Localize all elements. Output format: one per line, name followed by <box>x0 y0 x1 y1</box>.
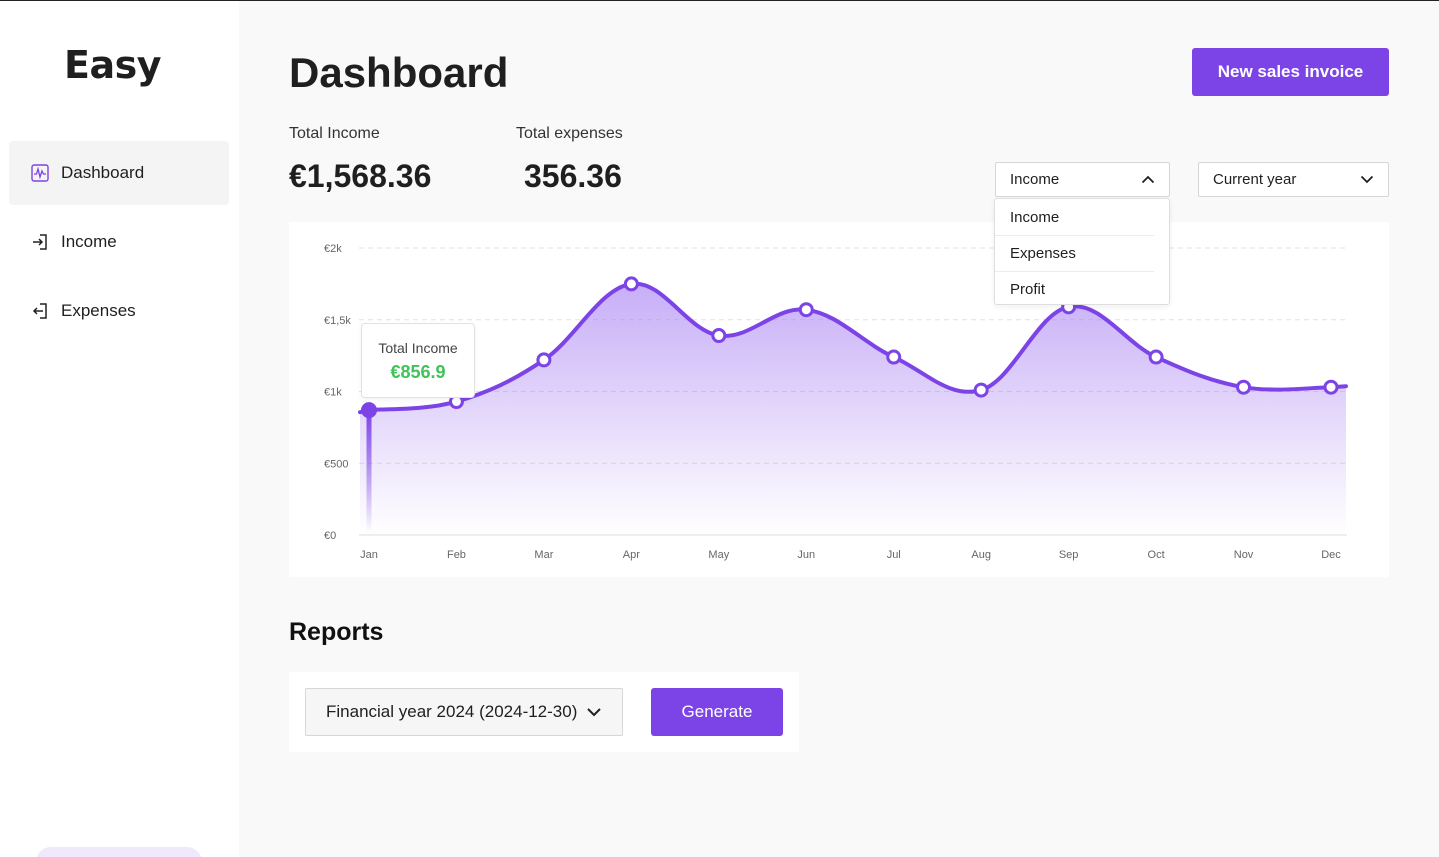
x-tick-label: Aug <box>971 549 991 561</box>
income-chart: €0 €500 €1k €1,5k €2k Jan Feb Mar Apr May Jun Jul Au… <box>289 222 1389 577</box>
x-tick-label: Mar <box>534 549 553 561</box>
income-area <box>360 283 1346 535</box>
metric-dropdown-menu: Income Expenses Profit <box>994 198 1170 305</box>
y-tick-label: €500 <box>324 458 348 470</box>
tooltip-label: Total Income <box>378 340 458 356</box>
sidebar-item-label: Income <box>61 232 117 251</box>
hover-cursor <box>366 410 372 533</box>
x-tick-label: Oct <box>1148 549 1165 561</box>
metric-option-income[interactable]: Income <box>995 199 1154 235</box>
total-expenses-label: Total expenses <box>516 125 623 142</box>
page-title: Dashboard <box>289 49 509 96</box>
metric-option-expenses[interactable]: Expenses <box>995 235 1154 271</box>
sidebar-item-expenses[interactable]: Expenses <box>9 279 229 343</box>
sidebar-item-dashboard[interactable]: Dashboard <box>9 141 229 205</box>
sign-in-icon <box>31 233 49 251</box>
metric-option-profit[interactable]: Profit <box>995 271 1154 307</box>
period-select[interactable]: Current year <box>1198 162 1389 197</box>
period-select-value: Current year <box>1213 171 1297 188</box>
data-point <box>1323 379 1339 395</box>
total-income-label: Total Income <box>289 125 380 142</box>
chevron-down-icon <box>586 702 602 722</box>
x-tick-label: Jul <box>887 549 901 561</box>
total-income-value: €1,568.36 <box>289 158 432 194</box>
income-chart-svg: €0 €500 €1k €1,5k €2k Jan Feb Mar Apr May Jun Jul Au… <box>324 243 1348 561</box>
sign-out-icon <box>31 302 49 320</box>
app-logo: Easy <box>64 43 162 87</box>
metric-select-value: Income <box>1010 171 1060 188</box>
sidebar-item-label: Dashboard <box>61 163 145 182</box>
reports-card: Financial year 2024 (2024-12-30) Generat… <box>289 672 799 752</box>
x-tick-label: May <box>708 549 729 561</box>
data-point <box>1236 379 1252 395</box>
sidebar: Easy Dashboard Income Expenses <box>0 1 239 857</box>
data-point <box>536 352 552 368</box>
sidebar-footer-button[interactable] <box>36 847 202 857</box>
x-tick-label: Dec <box>1321 549 1341 561</box>
data-point <box>1148 349 1164 365</box>
x-tick-label: Jan <box>360 549 378 561</box>
chart-tooltip: Total Income €856.9 <box>361 323 475 398</box>
y-tick-label: €1,5k <box>324 315 351 327</box>
reports-title: Reports <box>289 618 384 646</box>
total-expenses-value: 356.36 <box>524 158 622 194</box>
sidebar-item-income[interactable]: Income <box>9 210 229 274</box>
x-tick-label: Feb <box>447 549 466 561</box>
financial-year-value: Financial year 2024 (2024-12-30) <box>326 702 578 721</box>
tooltip-value: €856.9 <box>390 362 446 382</box>
x-tick-label: Jun <box>797 549 815 561</box>
sidebar-item-label: Expenses <box>61 301 136 320</box>
activity-chart-icon <box>31 164 49 182</box>
x-tick-label: Nov <box>1234 549 1254 561</box>
x-tick-label: Sep <box>1059 549 1079 561</box>
financial-year-select[interactable]: Financial year 2024 (2024-12-30) <box>305 688 623 736</box>
data-point <box>798 302 814 318</box>
data-point <box>973 382 989 398</box>
x-tick-label: Apr <box>623 549 640 561</box>
chevron-up-icon <box>1141 171 1155 188</box>
metric-select[interactable]: Income <box>995 162 1170 197</box>
data-point <box>886 349 902 365</box>
new-sales-invoice-button[interactable]: New sales invoice <box>1192 48 1389 96</box>
y-tick-label: €2k <box>324 243 342 255</box>
data-point <box>623 276 639 292</box>
y-tick-label: €1k <box>324 387 342 399</box>
y-tick-label: €0 <box>324 530 336 542</box>
generate-button[interactable]: Generate <box>651 688 783 736</box>
data-point <box>711 328 727 344</box>
chevron-down-icon <box>1360 171 1374 188</box>
data-point-active <box>361 402 377 419</box>
